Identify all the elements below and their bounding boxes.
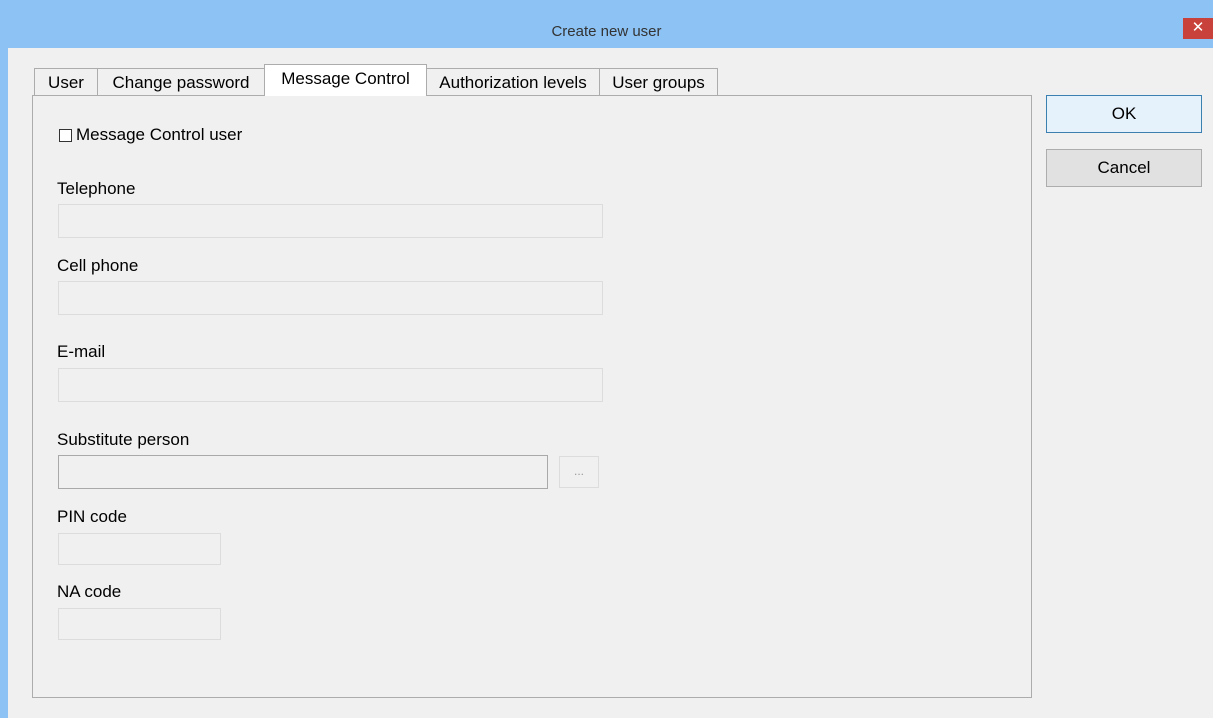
ok-button[interactable]: OK [1046, 95, 1202, 133]
close-icon[interactable]: ✕ [1183, 18, 1213, 39]
pin-code-label: PIN code [57, 507, 127, 526]
na-code-label: NA code [57, 582, 122, 601]
tab-authorization-levels[interactable]: Authorization levels [426, 68, 600, 95]
pin-code-field[interactable] [58, 533, 221, 565]
telephone-field[interactable] [58, 204, 603, 238]
message-control-panel: Message Control user Telephone Cell phon… [32, 95, 1032, 698]
na-code-field[interactable] [58, 608, 221, 640]
title-bar[interactable]: Create new user ✕ [0, 0, 1213, 48]
message-control-user-label[interactable]: Message Control user [76, 125, 242, 145]
tab-message-control[interactable]: Message Control [264, 64, 427, 96]
telephone-label: Telephone [57, 179, 136, 198]
email-label: E-mail [57, 342, 106, 361]
checkbox-icon[interactable] [59, 129, 72, 142]
tab-change-password[interactable]: Change password [97, 68, 265, 95]
cell-phone-label: Cell phone [57, 256, 139, 275]
substitute-person-label: Substitute person [57, 430, 190, 449]
tab-user[interactable]: User [34, 68, 98, 95]
tab-user-groups[interactable]: User groups [599, 68, 718, 95]
substitute-person-field[interactable] [58, 455, 548, 489]
cell-phone-field[interactable] [58, 281, 603, 315]
email-field[interactable] [58, 368, 603, 402]
cancel-button[interactable]: Cancel [1046, 149, 1202, 187]
browse-button[interactable]: ... [559, 456, 599, 488]
window-title: Create new user [551, 23, 662, 40]
create-user-window: Create new user ✕ User Change password M… [0, 0, 1213, 718]
